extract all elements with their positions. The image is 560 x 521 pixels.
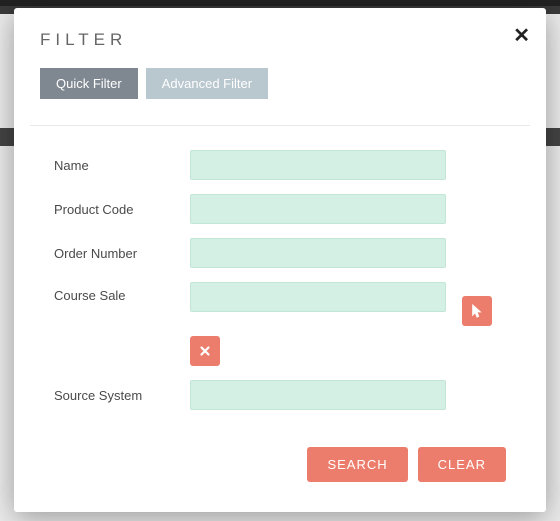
label-source-system: Source System xyxy=(54,388,190,403)
input-order-number[interactable] xyxy=(190,238,446,268)
row-product-code: Product Code xyxy=(54,194,506,224)
filter-tab-row: Quick Filter Advanced Filter xyxy=(14,68,546,109)
row-source-system: Source System xyxy=(54,380,506,410)
course-sale-picker-button[interactable] xyxy=(462,296,492,326)
label-product-code: Product Code xyxy=(54,202,190,217)
filter-modal: FILTER ✕ Quick Filter Advanced Filter Na… xyxy=(14,8,546,512)
modal-header: FILTER ✕ xyxy=(14,8,546,68)
search-button[interactable]: SEARCH xyxy=(307,447,407,482)
input-name[interactable] xyxy=(190,150,446,180)
label-order-number: Order Number xyxy=(54,246,190,261)
row-order-number: Order Number xyxy=(54,238,506,268)
label-name: Name xyxy=(54,158,190,173)
course-sale-remove-button[interactable] xyxy=(190,336,220,366)
modal-title: FILTER xyxy=(40,30,520,50)
row-course-sale: Course Sale xyxy=(54,282,506,366)
input-source-system[interactable] xyxy=(190,380,446,410)
tab-advanced-filter[interactable]: Advanced Filter xyxy=(146,68,268,99)
x-icon xyxy=(198,344,212,358)
label-course-sale: Course Sale xyxy=(54,282,190,303)
close-icon[interactable]: ✕ xyxy=(513,26,530,46)
cursor-icon xyxy=(470,304,484,318)
row-name: Name xyxy=(54,150,506,180)
modal-footer: SEARCH CLEAR xyxy=(14,437,546,512)
clear-button[interactable]: CLEAR xyxy=(418,447,506,482)
filter-form: Name Product Code Order Number Course Sa… xyxy=(14,126,546,437)
input-product-code[interactable] xyxy=(190,194,446,224)
input-course-sale[interactable] xyxy=(190,282,446,312)
tab-quick-filter[interactable]: Quick Filter xyxy=(40,68,138,99)
